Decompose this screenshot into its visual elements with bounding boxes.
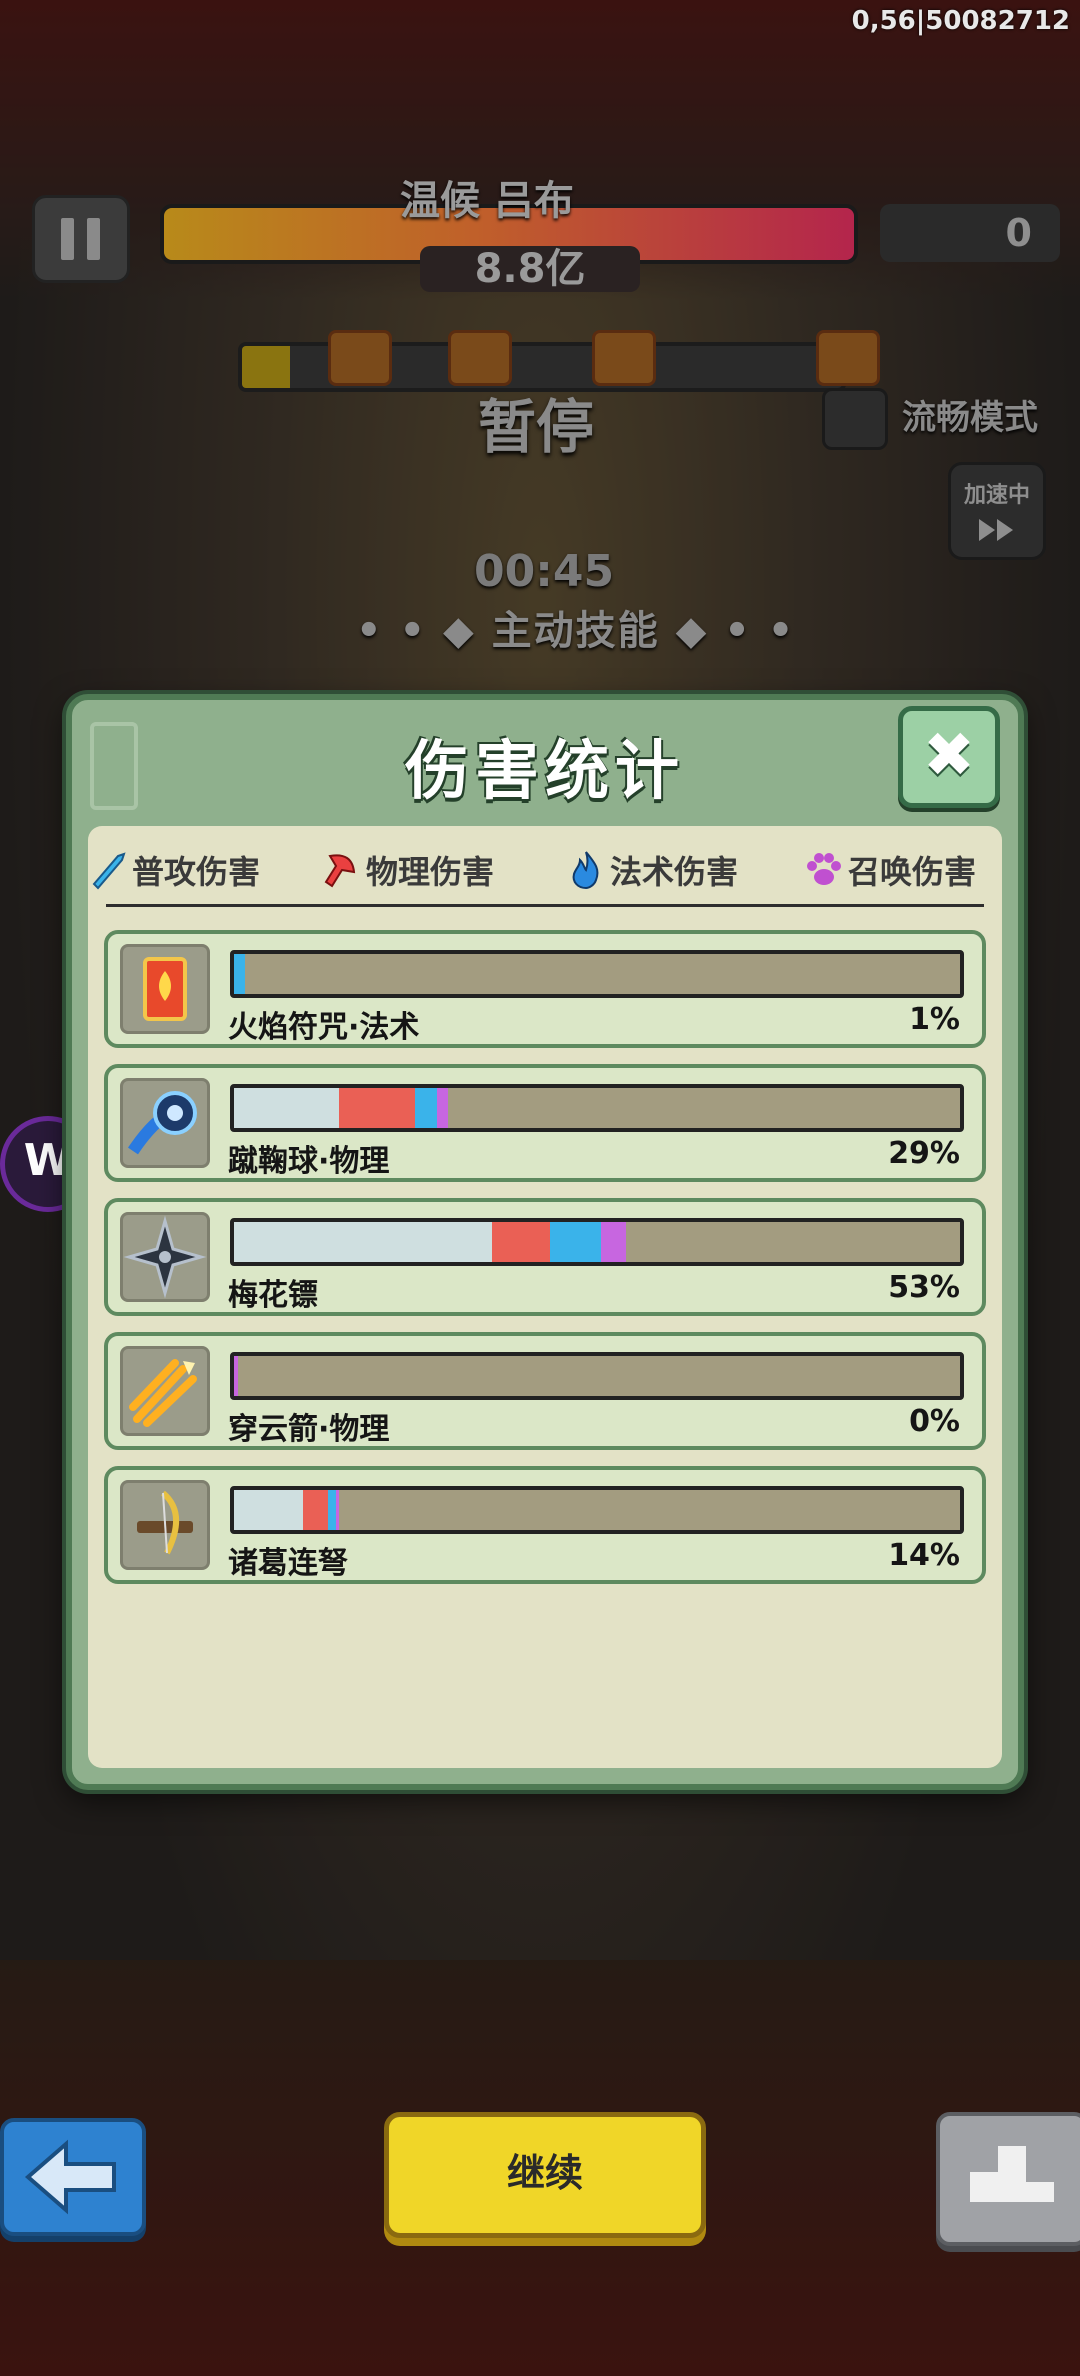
damage-percent: 14% [888,1538,960,1573]
axe-icon [324,854,356,888]
battle-timer: 00:45 [474,546,615,597]
damage-segment-physical [302,1490,329,1530]
crossbow-icon [120,1480,210,1570]
close-button[interactable]: ✖ [898,706,1000,808]
damage-percent: 29% [888,1136,960,1171]
damage-segment-magic [328,1490,336,1530]
legend-magic: 法术伤害 [566,840,738,900]
damage-segment-physical [339,1088,416,1128]
legend-summon: 召唤伤害 [804,840,976,900]
damage-segment-normal [234,1222,492,1262]
skill-name: 梅花镖 [228,1278,318,1313]
legend-physical: 物理伤害 [322,840,494,900]
legend-divider [106,904,984,907]
continue-button[interactable]: 继续 [384,2112,706,2238]
speed-label: 加速中 [963,483,1030,508]
skill-name: 蹴鞠球·物理 [228,1144,390,1179]
skill-name: 诸葛连弩 [228,1546,348,1581]
damage-segment-magic [415,1088,438,1128]
damage-segment-summon [335,1490,340,1530]
shuriken-icon [120,1212,210,1302]
legend-normal: 普攻伤害 [88,840,260,900]
legend-normal-label: 普攻伤害 [132,853,261,891]
smooth-mode-checkbox[interactable] [822,388,888,450]
boss-name: 温候 吕布 [400,178,574,224]
paw-icon [807,853,841,885]
damage-segment-normal [234,1088,340,1128]
damage-bar [230,1486,964,1534]
damage-segment-physical [491,1222,550,1262]
chest-icon [816,330,880,386]
pause-button[interactable] [32,195,130,283]
skill-name: 火焰符咒·法术 [228,1010,420,1045]
version-label: 0,56|50082712 [851,6,1070,36]
legend-magic-label: 法术伤害 [610,853,739,891]
damage-row: 火焰符咒·法术 1% [104,930,986,1048]
damage-percent: 0% [909,1404,960,1439]
arrows-icon [120,1346,210,1436]
damage-segment-magic [234,954,245,994]
legend-physical-label: 物理伤害 [366,853,495,891]
damage-segment-summon [437,1088,449,1128]
fire-talisman-icon [120,944,210,1034]
damage-row: 诸葛连弩 14% [104,1466,986,1584]
damage-segment-normal [234,1490,303,1530]
damage-segment-summon [234,1356,238,1396]
damage-stats-dialog: 伤害统计 ✖ 普攻伤害 物理伤害 法术伤害 召唤伤害 火焰符咒·法术 1% 蹴鞠… [66,694,1024,1790]
damage-percent: 53% [888,1270,960,1305]
skill-name: 穿云箭·物理 [228,1412,390,1447]
damage-bar [230,1218,964,1266]
damage-percent: 1% [909,1002,960,1037]
dialog-title: 伤害统计 [405,735,685,809]
stats-panel: 普攻伤害 物理伤害 法术伤害 召唤伤害 火焰符咒·法术 1% 蹴鞠球·物理 29… [88,826,1002,1768]
damage-bar [230,1084,964,1132]
active-skill-label: • • ◆ 主动技能 ◆ • • [356,608,796,654]
damage-row: 蹴鞠球·物理 29% [104,1064,986,1182]
damage-legend: 普攻伤害 物理伤害 法术伤害 召唤伤害 [88,840,1002,900]
boss-hp-value: 8.8亿 [420,246,640,292]
arrow-left-icon [24,2139,116,2215]
fast-forward-icon [979,519,1013,541]
podium-icon [970,2146,1054,2202]
chest-icon [592,330,656,386]
flame-icon [572,851,599,890]
damage-bar [230,1352,964,1400]
pause-icon [61,218,74,260]
boss-hp-count: 0 [880,204,1060,262]
rank-button[interactable] [936,2112,1080,2246]
smooth-mode-label: 流畅模式 [902,398,1038,438]
damage-bar [230,950,964,998]
ball-icon [120,1078,210,1168]
chest-icon [448,330,512,386]
damage-row: 梅花镖 53% [104,1198,986,1316]
paused-label: 暂停 [478,393,595,461]
close-icon: ✖ [923,718,975,791]
damage-segment-summon [600,1222,627,1262]
legend-summon-label: 召唤伤害 [848,853,977,891]
damage-row: 穿云箭·物理 0% [104,1332,986,1450]
chest-icon [328,330,392,386]
pause-icon-bar [87,218,100,260]
damage-segment-magic [549,1222,601,1262]
speed-button[interactable]: 加速中 [948,462,1046,560]
back-button[interactable] [0,2118,146,2236]
sword-icon [92,852,126,890]
